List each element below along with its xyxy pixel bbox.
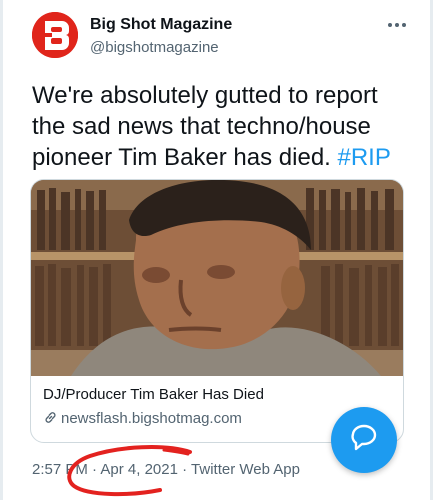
- card-title[interactable]: DJ/Producer Tim Baker Has Died: [43, 386, 264, 403]
- link-preview-card[interactable]: DJ/Producer Tim Baker Has Died newsflash…: [30, 179, 404, 443]
- compose-reply-button[interactable]: [331, 407, 397, 473]
- tweet-source[interactable]: Twitter Web App: [191, 461, 300, 478]
- tweet-text: We're absolutely gutted to report the sa…: [32, 80, 402, 173]
- left-edge: [0, 0, 3, 500]
- more-options-icon[interactable]: [384, 14, 410, 36]
- tweet-screenshot: Big Shot Magazine @bigshotmagazine We're…: [0, 0, 433, 500]
- meta-separator-1: ·: [92, 461, 98, 478]
- compose-reply-icon: [331, 424, 397, 477]
- hashtag-link[interactable]: #RIP: [338, 144, 391, 171]
- tweet-body: We're absolutely gutted to report the sa…: [32, 82, 378, 171]
- card-domain-text: newsflash.bigshotmag.com: [61, 410, 242, 427]
- display-name[interactable]: Big Shot Magazine: [90, 16, 232, 34]
- card-image[interactable]: [31, 180, 403, 376]
- tweet-date[interactable]: Apr 4, 2021: [100, 461, 178, 478]
- tweet-metadata: 2:57 PM · Apr 4, 2021 · Twitter Web App: [32, 461, 300, 478]
- link-icon: [43, 410, 58, 425]
- account-handle[interactable]: @bigshotmagazine: [90, 39, 219, 56]
- meta-separator-2: ·: [182, 461, 188, 478]
- tweet-header: Big Shot Magazine @bigshotmagazine: [32, 12, 412, 68]
- tweet-time[interactable]: 2:57 PM: [32, 461, 88, 478]
- magazine-logo-icon[interactable]: [32, 12, 78, 58]
- card-domain[interactable]: newsflash.bigshotmag.com: [43, 410, 242, 427]
